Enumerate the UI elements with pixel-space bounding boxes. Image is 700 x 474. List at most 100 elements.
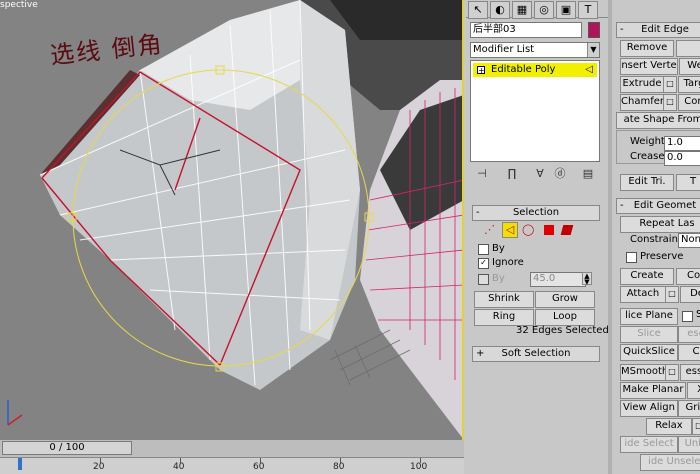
create-shape-button[interactable]: ate Shape From <box>616 112 700 129</box>
viewport-label[interactable]: spective <box>0 0 38 10</box>
split-label: S <box>696 309 700 320</box>
edit-edges-rollout-header[interactable]: - Edit Edge <box>616 22 700 38</box>
track-bar[interactable]: 20 40 60 80 100 <box>0 457 464 474</box>
ring-button[interactable]: Ring <box>474 309 534 326</box>
weld-button[interactable]: We <box>679 58 700 75</box>
by-angle-checkbox[interactable] <box>478 274 489 285</box>
edit-geometry-title: Edit Geomet <box>633 200 697 211</box>
make-planar-button[interactable]: Make Planar <box>620 382 686 399</box>
target-weld-button[interactable]: Targ <box>678 76 700 93</box>
make-unique-icon[interactable]: ∀ <box>532 166 548 182</box>
split-checkbox[interactable] <box>682 311 693 322</box>
remove-modifier-icon[interactable]: ⓓ <box>552 166 568 182</box>
angle-spinner[interactable]: ▲ ▼ <box>582 272 592 286</box>
ignore-backfacing-checkbox[interactable]: ✓ <box>478 258 489 269</box>
time-marker[interactable] <box>18 458 22 470</box>
stack-item-editable-poly[interactable]: + Editable Poly ◁ <box>473 63 597 77</box>
object-color-swatch[interactable] <box>588 22 600 38</box>
hierarchy-icon[interactable]: ▦ <box>512 1 532 19</box>
quickslice-button[interactable]: QuickSlice <box>620 344 678 361</box>
tick-label: 100 <box>410 462 428 472</box>
object-name-field[interactable]: 后半部03 <box>470 22 582 38</box>
hide-selected-button[interactable]: ide Select <box>620 436 678 453</box>
slice-plane-button[interactable]: lice Plane <box>620 308 678 325</box>
utilities-icon[interactable]: T <box>578 1 598 19</box>
constraints-dropdown[interactable]: None <box>678 233 700 248</box>
connect-button[interactable]: Con <box>678 94 700 111</box>
chamfer-button[interactable]: Chamfer <box>620 94 664 111</box>
polygon-icon[interactable] <box>544 225 554 235</box>
attach-list-icon[interactable]: □ <box>665 286 679 303</box>
relax-button[interactable]: Relax <box>646 418 692 435</box>
selection-status: 32 Edges Selected <box>516 325 609 336</box>
expand-icon: + <box>476 348 485 359</box>
selection-title: Selection <box>512 207 560 218</box>
expand-icon[interactable]: + <box>477 66 485 75</box>
border-icon[interactable]: ◯ <box>522 223 536 237</box>
selection-rollout-header[interactable]: - Selection <box>472 205 600 221</box>
extrude-settings-icon[interactable]: □ <box>663 76 677 93</box>
grow-button[interactable]: Grow <box>535 291 595 308</box>
relax-settings-icon[interactable]: □ <box>692 418 700 435</box>
stack-toolbar: ⊣ ∏ ∀ ⓓ ▤ <box>470 166 600 184</box>
cut-button[interactable]: C <box>678 344 700 361</box>
stack-item-label: Editable Poly <box>491 64 556 75</box>
tick-label: 40 <box>173 462 185 472</box>
show-end-result-icon[interactable]: ∏ <box>504 166 520 182</box>
pin-stack-icon[interactable]: ⊣ <box>474 166 490 182</box>
loop-button[interactable]: Loop <box>535 309 595 326</box>
edit-tri-button[interactable]: Edit Tri. <box>620 174 674 191</box>
perspective-viewport[interactable]: spective 选线 倒角 <box>0 0 464 440</box>
msmooth-button[interactable]: MSmooth <box>620 364 666 381</box>
weight-field[interactable]: 1.0 <box>664 136 700 151</box>
chamfer-settings-icon[interactable]: □ <box>663 94 677 111</box>
configure-sets-icon[interactable]: ▤ <box>580 166 596 182</box>
split-button[interactable] <box>676 40 700 57</box>
display-icon[interactable]: ▣ <box>556 1 576 19</box>
soft-selection-rollout-header[interactable]: + Soft Selection <box>472 346 600 362</box>
by-vertex-label: By <box>492 243 505 254</box>
ignore-backfacing-label: Ignore <box>492 257 524 268</box>
element-icon[interactable] <box>560 225 574 235</box>
grid-align-button[interactable]: Grid <box>678 400 700 417</box>
turn-button[interactable]: T <box>676 174 700 191</box>
detach-button[interactable]: De <box>680 286 700 303</box>
planar-x-button[interactable]: X <box>687 382 700 399</box>
weight-label: Weight: <box>630 136 669 147</box>
repeat-last-button[interactable]: Repeat Las <box>620 216 700 233</box>
slice-button[interactable]: Slice <box>620 326 678 343</box>
angle-field[interactable]: 45.0 <box>530 272 586 287</box>
msmooth-settings-icon[interactable]: □ <box>665 364 679 381</box>
crease-field[interactable]: 0.0 <box>664 151 700 166</box>
preserve-uvs-checkbox[interactable] <box>626 252 637 263</box>
collapse-icon: - <box>476 207 480 218</box>
tick-label: 80 <box>333 462 345 472</box>
collapse-icon: - <box>620 200 624 211</box>
motion-icon[interactable]: ◎ <box>534 1 554 19</box>
time-slider[interactable]: 0 / 100 <box>2 441 132 455</box>
modifier-list-dropdown[interactable]: Modifier List ▼ <box>470 42 600 58</box>
insert-vertex-button[interactable]: nsert Verte <box>620 58 678 75</box>
edge-icon[interactable]: ◁ <box>502 222 518 238</box>
attach-button[interactable]: Attach <box>620 286 666 303</box>
create-button[interactable]: Create <box>620 268 674 285</box>
tessellate-button[interactable]: esse <box>680 364 700 381</box>
view-align-button[interactable]: View Align <box>620 400 678 417</box>
reset-plane-button[interactable]: ese <box>678 326 700 343</box>
edit-geometry-rollout-header[interactable]: - Edit Geomet <box>616 198 700 214</box>
remove-button[interactable]: Remove <box>620 40 674 57</box>
shrink-button[interactable]: Shrink <box>474 291 534 308</box>
modifier-stack: + Editable Poly ◁ <box>470 60 600 162</box>
command-panel-tabs: ↖ ◐ ▦ ◎ ▣ T <box>466 0 608 19</box>
pointer-icon[interactable]: ↖ <box>468 1 488 19</box>
unhide-all-button[interactable]: Unhi <box>678 436 700 453</box>
modify-icon[interactable]: ◐ <box>490 1 510 19</box>
by-vertex-checkbox[interactable] <box>478 244 489 255</box>
extrude-button[interactable]: Extrude <box>620 76 664 93</box>
hide-unselected-button[interactable]: ide Unselec <box>640 454 700 471</box>
collapse-button[interactable]: Col <box>676 268 700 285</box>
chevron-down-icon[interactable]: ▼ <box>587 43 599 57</box>
edit-edges-title: Edit Edge <box>641 24 689 35</box>
vertex-icon[interactable]: ⋰ <box>484 223 498 237</box>
crease-label: Crease: <box>630 151 668 162</box>
